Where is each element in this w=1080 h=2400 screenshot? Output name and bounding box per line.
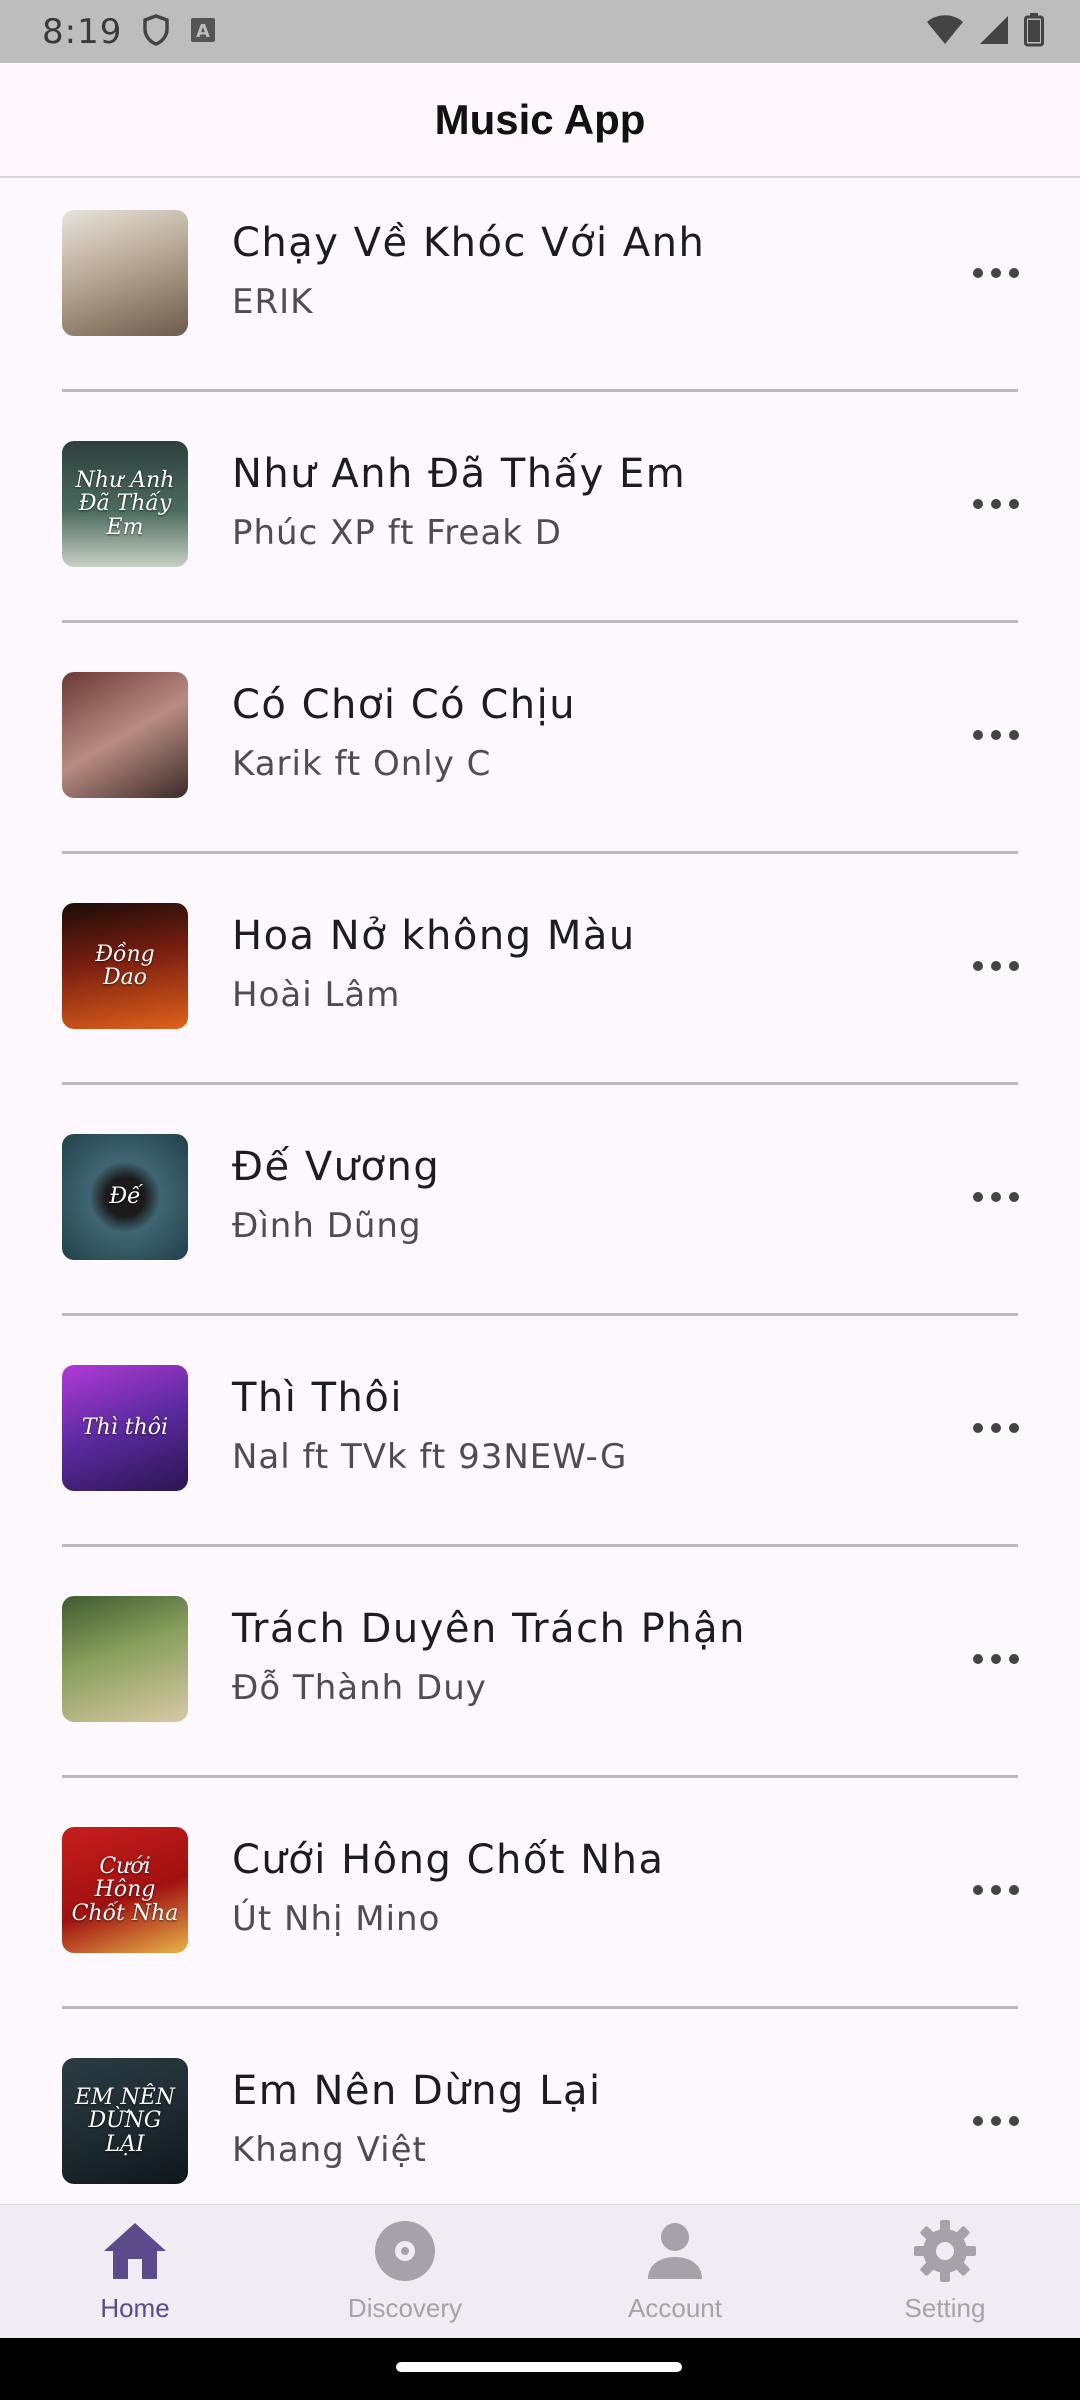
more-options-button[interactable]	[956, 1172, 1036, 1222]
more-horizontal-icon	[973, 1654, 1019, 1664]
album-cover: Đồng Dao	[62, 903, 188, 1029]
status-right	[926, 12, 1044, 51]
nav-label-discovery: Discovery	[347, 2293, 463, 2323]
keyboard-a-icon: A	[190, 17, 216, 47]
album-cover: Đế	[62, 1134, 188, 1260]
divider	[62, 1313, 1018, 1316]
nav-item-home[interactable]: Home	[0, 2205, 270, 2339]
system-navigation-bar	[0, 2338, 1080, 2400]
album-cover-art: Đồng Dao	[62, 903, 188, 1029]
song-artist: Nal ft TVk ft 93NEW-G	[232, 1437, 628, 1477]
more-horizontal-icon	[973, 1423, 1019, 1433]
more-horizontal-icon	[973, 268, 1019, 278]
song-list[interactable]: Chạy Về Khóc Với Anh ERIK Như Anh Đã Thấ…	[0, 178, 1080, 2204]
signal-icon	[978, 14, 1010, 50]
more-options-button[interactable]	[956, 2096, 1036, 2146]
status-left: 8:19 A	[42, 12, 216, 52]
gear-icon	[910, 2219, 980, 2287]
album-cover	[62, 1596, 188, 1722]
shield-icon	[142, 13, 170, 50]
nav-label-home: Home	[100, 2293, 170, 2323]
album-cover-art: Như Anh Đã Thấy Em	[62, 441, 188, 567]
nav-item-discovery[interactable]: Discovery	[270, 2205, 540, 2339]
nav-item-account[interactable]: Account	[540, 2205, 810, 2339]
album-cover	[62, 672, 188, 798]
more-horizontal-icon	[973, 2116, 1019, 2126]
nav-label-setting: Setting	[904, 2293, 986, 2323]
album-cover: EM NÊN DỪNG LẠI	[62, 2058, 188, 2184]
battery-icon	[1024, 12, 1044, 51]
song-list-item[interactable]: Đồng Dao Hoa Nở không Màu Hoài Lâm	[0, 871, 1080, 1102]
more-options-button[interactable]	[956, 479, 1036, 529]
more-options-button[interactable]	[956, 1634, 1036, 1684]
album-cover-art: EM NÊN DỪNG LẠI	[62, 2058, 188, 2184]
song-title: Thì Thôi	[232, 1375, 403, 1421]
song-list-item[interactable]: Cưới Hông Chốt Nha Cưới Hông Chốt Nha Út…	[0, 1795, 1080, 2026]
song-artist: ERIK	[232, 282, 314, 322]
svg-text:A: A	[196, 21, 210, 42]
album-cover-art: Đế	[62, 1134, 188, 1260]
song-title: Như Anh Đã Thấy Em	[232, 451, 687, 497]
wifi-icon	[926, 14, 964, 50]
more-horizontal-icon	[973, 961, 1019, 971]
album-cover-art	[62, 1596, 188, 1722]
song-artist: Đỗ Thành Duy	[232, 1668, 487, 1708]
album-cover-art	[62, 210, 188, 336]
app-bar: Music App	[0, 63, 1080, 178]
divider	[62, 1082, 1018, 1085]
more-options-button[interactable]	[956, 1865, 1036, 1915]
page-title: Music App	[434, 95, 646, 143]
album-cover	[62, 210, 188, 336]
divider	[62, 2006, 1018, 2009]
more-horizontal-icon	[973, 499, 1019, 509]
album-cover: Cưới Hông Chốt Nha	[62, 1827, 188, 1953]
song-artist: Út Nhị Mino	[232, 1899, 441, 1939]
more-horizontal-icon	[973, 1192, 1019, 1202]
bottom-navigation: Home Discovery Account Setting	[0, 2204, 1080, 2339]
song-list-item[interactable]: Chạy Về Khóc Với Anh ERIK	[0, 178, 1080, 409]
song-title: Em Nên Dừng Lại	[232, 2068, 602, 2114]
song-artist: Karik ft Only C	[232, 744, 492, 784]
more-options-button[interactable]	[956, 710, 1036, 760]
song-artist: Hoài Lâm	[232, 975, 401, 1015]
disc-icon	[370, 2219, 440, 2287]
song-list-item[interactable]: Có Chơi Có Chịu Karik ft Only C	[0, 640, 1080, 871]
song-title: Đế Vương	[232, 1144, 441, 1190]
song-list-item[interactable]: Trách Duyên Trách Phận Đỗ Thành Duy	[0, 1564, 1080, 1795]
home-gesture-handle[interactable]	[396, 2362, 682, 2372]
album-cover: Thì thôi	[62, 1365, 188, 1491]
song-title: Trách Duyên Trách Phận	[232, 1606, 746, 1652]
more-horizontal-icon	[973, 1885, 1019, 1895]
song-title: Hoa Nở không Màu	[232, 913, 636, 959]
song-title: Có Chơi Có Chịu	[232, 682, 577, 728]
album-cover-art: Cưới Hông Chốt Nha	[62, 1827, 188, 1953]
status-time: 8:19	[42, 11, 123, 52]
song-title: Chạy Về Khóc Với Anh	[232, 220, 706, 266]
home-icon	[100, 2219, 170, 2287]
album-cover-art	[62, 672, 188, 798]
song-list-item[interactable]: EM NÊN DỪNG LẠI Em Nên Dừng Lại Khang Vi…	[0, 2026, 1080, 2204]
more-horizontal-icon	[973, 730, 1019, 740]
song-list-item[interactable]: Đế Đế Vương Đình Dũng	[0, 1102, 1080, 1333]
song-list-item[interactable]: Thì thôi Thì Thôi Nal ft TVk ft 93NEW-G	[0, 1333, 1080, 1564]
nav-item-setting[interactable]: Setting	[810, 2205, 1080, 2339]
more-options-button[interactable]	[956, 1403, 1036, 1453]
divider	[62, 1544, 1018, 1547]
song-artist: Khang Việt	[232, 2130, 427, 2170]
album-cover: Như Anh Đã Thấy Em	[62, 441, 188, 567]
album-cover-art: Thì thôi	[62, 1365, 188, 1491]
divider	[62, 851, 1018, 854]
divider	[62, 389, 1018, 392]
nav-label-account: Account	[628, 2293, 722, 2323]
song-title: Cưới Hông Chốt Nha	[232, 1837, 665, 1883]
song-artist: Phúc XP ft Freak D	[232, 513, 562, 553]
person-icon	[640, 2219, 710, 2287]
song-artist: Đình Dũng	[232, 1206, 422, 1246]
status-bar: 8:19 A	[0, 0, 1080, 63]
song-list-item[interactable]: Như Anh Đã Thấy Em Như Anh Đã Thấy Em Ph…	[0, 409, 1080, 640]
divider	[62, 1775, 1018, 1778]
more-options-button[interactable]	[956, 941, 1036, 991]
divider	[62, 620, 1018, 623]
more-options-button[interactable]	[956, 248, 1036, 298]
